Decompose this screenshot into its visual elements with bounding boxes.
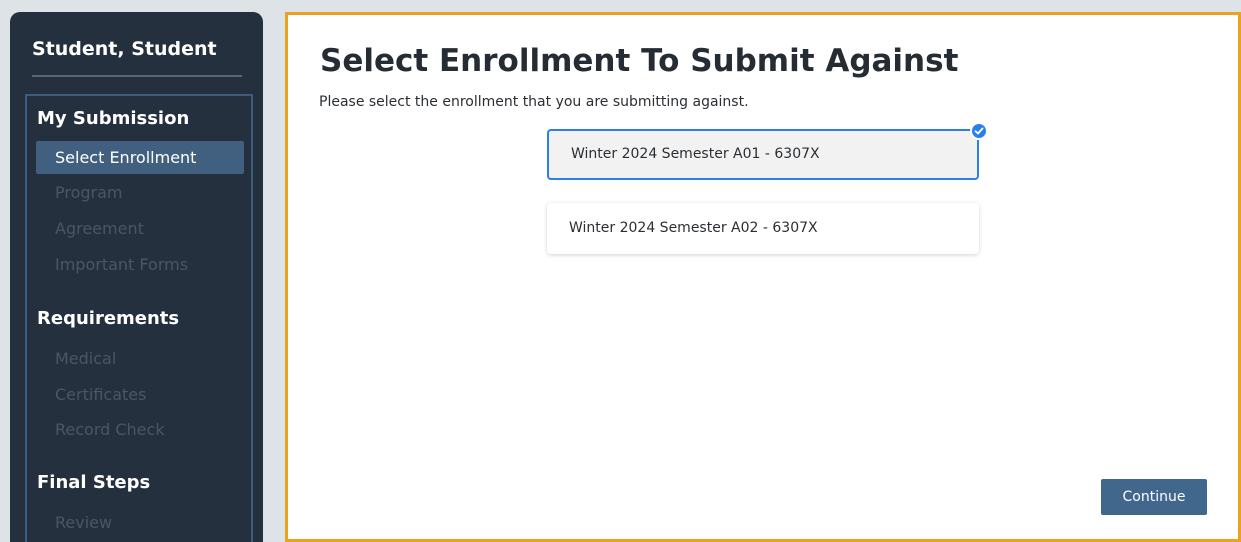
divider <box>32 75 242 77</box>
nav-item-medical[interactable]: Medical <box>36 342 244 375</box>
nav-item-record-check[interactable]: Record Check <box>36 413 244 446</box>
checkmark-icon <box>970 122 988 140</box>
student-name: Student, Student <box>32 38 217 60</box>
nav-item-review[interactable]: Review <box>36 506 244 539</box>
enrollment-option-a01[interactable]: Winter 2024 Semester A01 - 6307X <box>547 122 988 180</box>
section-heading-requirements: Requirements <box>37 308 180 329</box>
nav-item-certificates[interactable]: Certificates <box>36 378 244 411</box>
section-heading-final-steps: Final Steps <box>37 472 151 493</box>
nav-item-important-forms[interactable]: Important Forms <box>36 248 244 281</box>
enrollment-option-label: Winter 2024 Semester A01 - 6307X <box>571 146 820 162</box>
main-panel: Select Enrollment To Submit Against Plea… <box>285 12 1241 542</box>
section-heading-my-submission: My Submission <box>37 108 190 129</box>
page-subtitle: Please select the enrollment that you ar… <box>319 94 749 110</box>
nav-item-agreement[interactable]: Agreement <box>36 212 244 245</box>
nav-item-select-enrollment[interactable]: Select Enrollment <box>36 141 244 174</box>
nav-item-program[interactable]: Program <box>36 176 244 209</box>
page-title: Select Enrollment To Submit Against <box>320 43 959 79</box>
enrollment-option-a02[interactable]: Winter 2024 Semester A02 - 6307X <box>547 203 979 254</box>
continue-button[interactable]: Continue <box>1101 479 1207 515</box>
page: Student, Student My Submission Select En… <box>0 0 1241 542</box>
sidebar: Student, Student My Submission Select En… <box>10 12 263 542</box>
enrollment-option-label: Winter 2024 Semester A02 - 6307X <box>569 220 818 236</box>
submission-nav: My Submission Select Enrollment Program … <box>25 94 253 542</box>
